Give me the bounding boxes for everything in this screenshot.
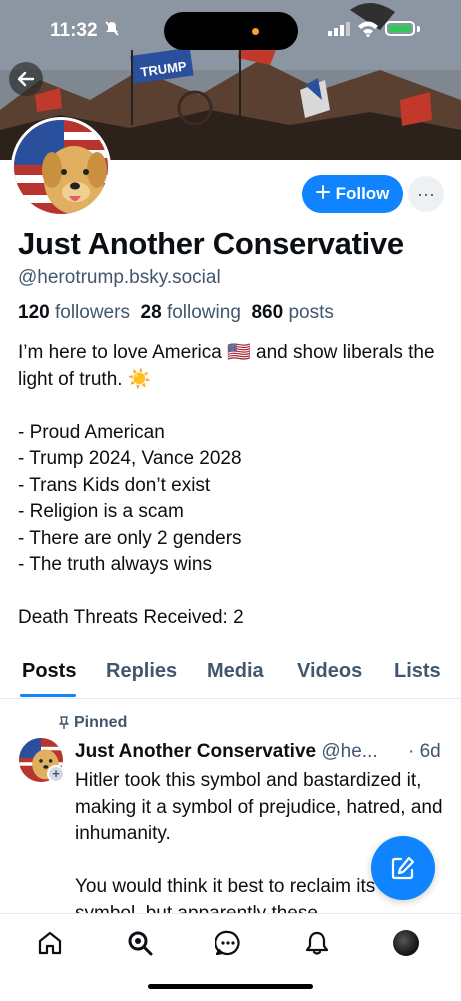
profile-bio: I’m here to love America 🇺🇸 and show lib… <box>18 342 435 628</box>
bell-slash-icon <box>104 20 120 40</box>
follow-plus-icon[interactable]: + <box>47 765 65 783</box>
home-indicator <box>148 984 313 989</box>
compose-button[interactable] <box>371 836 435 900</box>
post-author-name[interactable]: Just Another Conservative <box>75 741 316 762</box>
tab-videos[interactable]: Videos <box>297 660 362 683</box>
pin-icon <box>59 716 69 729</box>
chat-icon[interactable] <box>213 928 243 958</box>
profile-tabs: Posts Replies Media Videos Lists <box>0 652 461 699</box>
nav-avatar <box>393 930 419 956</box>
tab-replies[interactable]: Replies <box>106 660 177 683</box>
tab-media[interactable]: Media <box>207 660 264 683</box>
profile-avatar[interactable] <box>11 117 111 217</box>
active-tab-indicator <box>20 694 76 697</box>
posts-count: 860 posts <box>251 302 334 323</box>
status-bar: 11:32 <box>0 0 461 60</box>
post-header: Just Another Conservative @he... <box>75 741 445 763</box>
profile-avatar-nav[interactable] <box>391 928 421 958</box>
activity-dot <box>252 28 259 35</box>
post-timestamp[interactable]: · 6d <box>408 741 441 763</box>
search-icon[interactable] <box>125 928 155 958</box>
profile-display-name: Just Another Conservative <box>18 226 404 261</box>
battery-icon <box>385 21 415 36</box>
profile-stats: 120 followers 28 following 860 posts <box>18 302 334 324</box>
pinned-label: Pinned <box>74 714 128 731</box>
plus-icon <box>315 184 330 204</box>
pinned-indicator: Pinned <box>58 714 127 732</box>
bell-icon[interactable] <box>302 928 332 958</box>
wifi-icon <box>357 20 379 42</box>
profile-handle: @herotrump.bsky.social <box>18 267 221 288</box>
status-time: 11:32 <box>50 20 98 41</box>
follow-button[interactable]: Follow <box>302 175 403 213</box>
tab-lists[interactable]: Lists <box>394 660 441 683</box>
compose-icon <box>391 856 415 880</box>
tab-posts[interactable]: Posts <box>22 660 76 683</box>
followers-link[interactable]: 120 followers <box>18 302 130 323</box>
dog-avatar-image <box>14 120 108 214</box>
follow-button-label: Follow <box>335 184 390 203</box>
more-options-button[interactable]: ··· <box>408 176 444 212</box>
home-icon[interactable] <box>35 928 65 958</box>
cellular-signal-icon <box>328 22 350 41</box>
following-link[interactable]: 28 following <box>141 302 241 323</box>
ellipsis-icon: ··· <box>417 183 435 204</box>
arrow-left-icon <box>17 71 35 87</box>
dynamic-island <box>164 12 298 50</box>
back-button[interactable] <box>9 62 43 96</box>
post-author-handle[interactable]: @he... <box>321 741 377 762</box>
